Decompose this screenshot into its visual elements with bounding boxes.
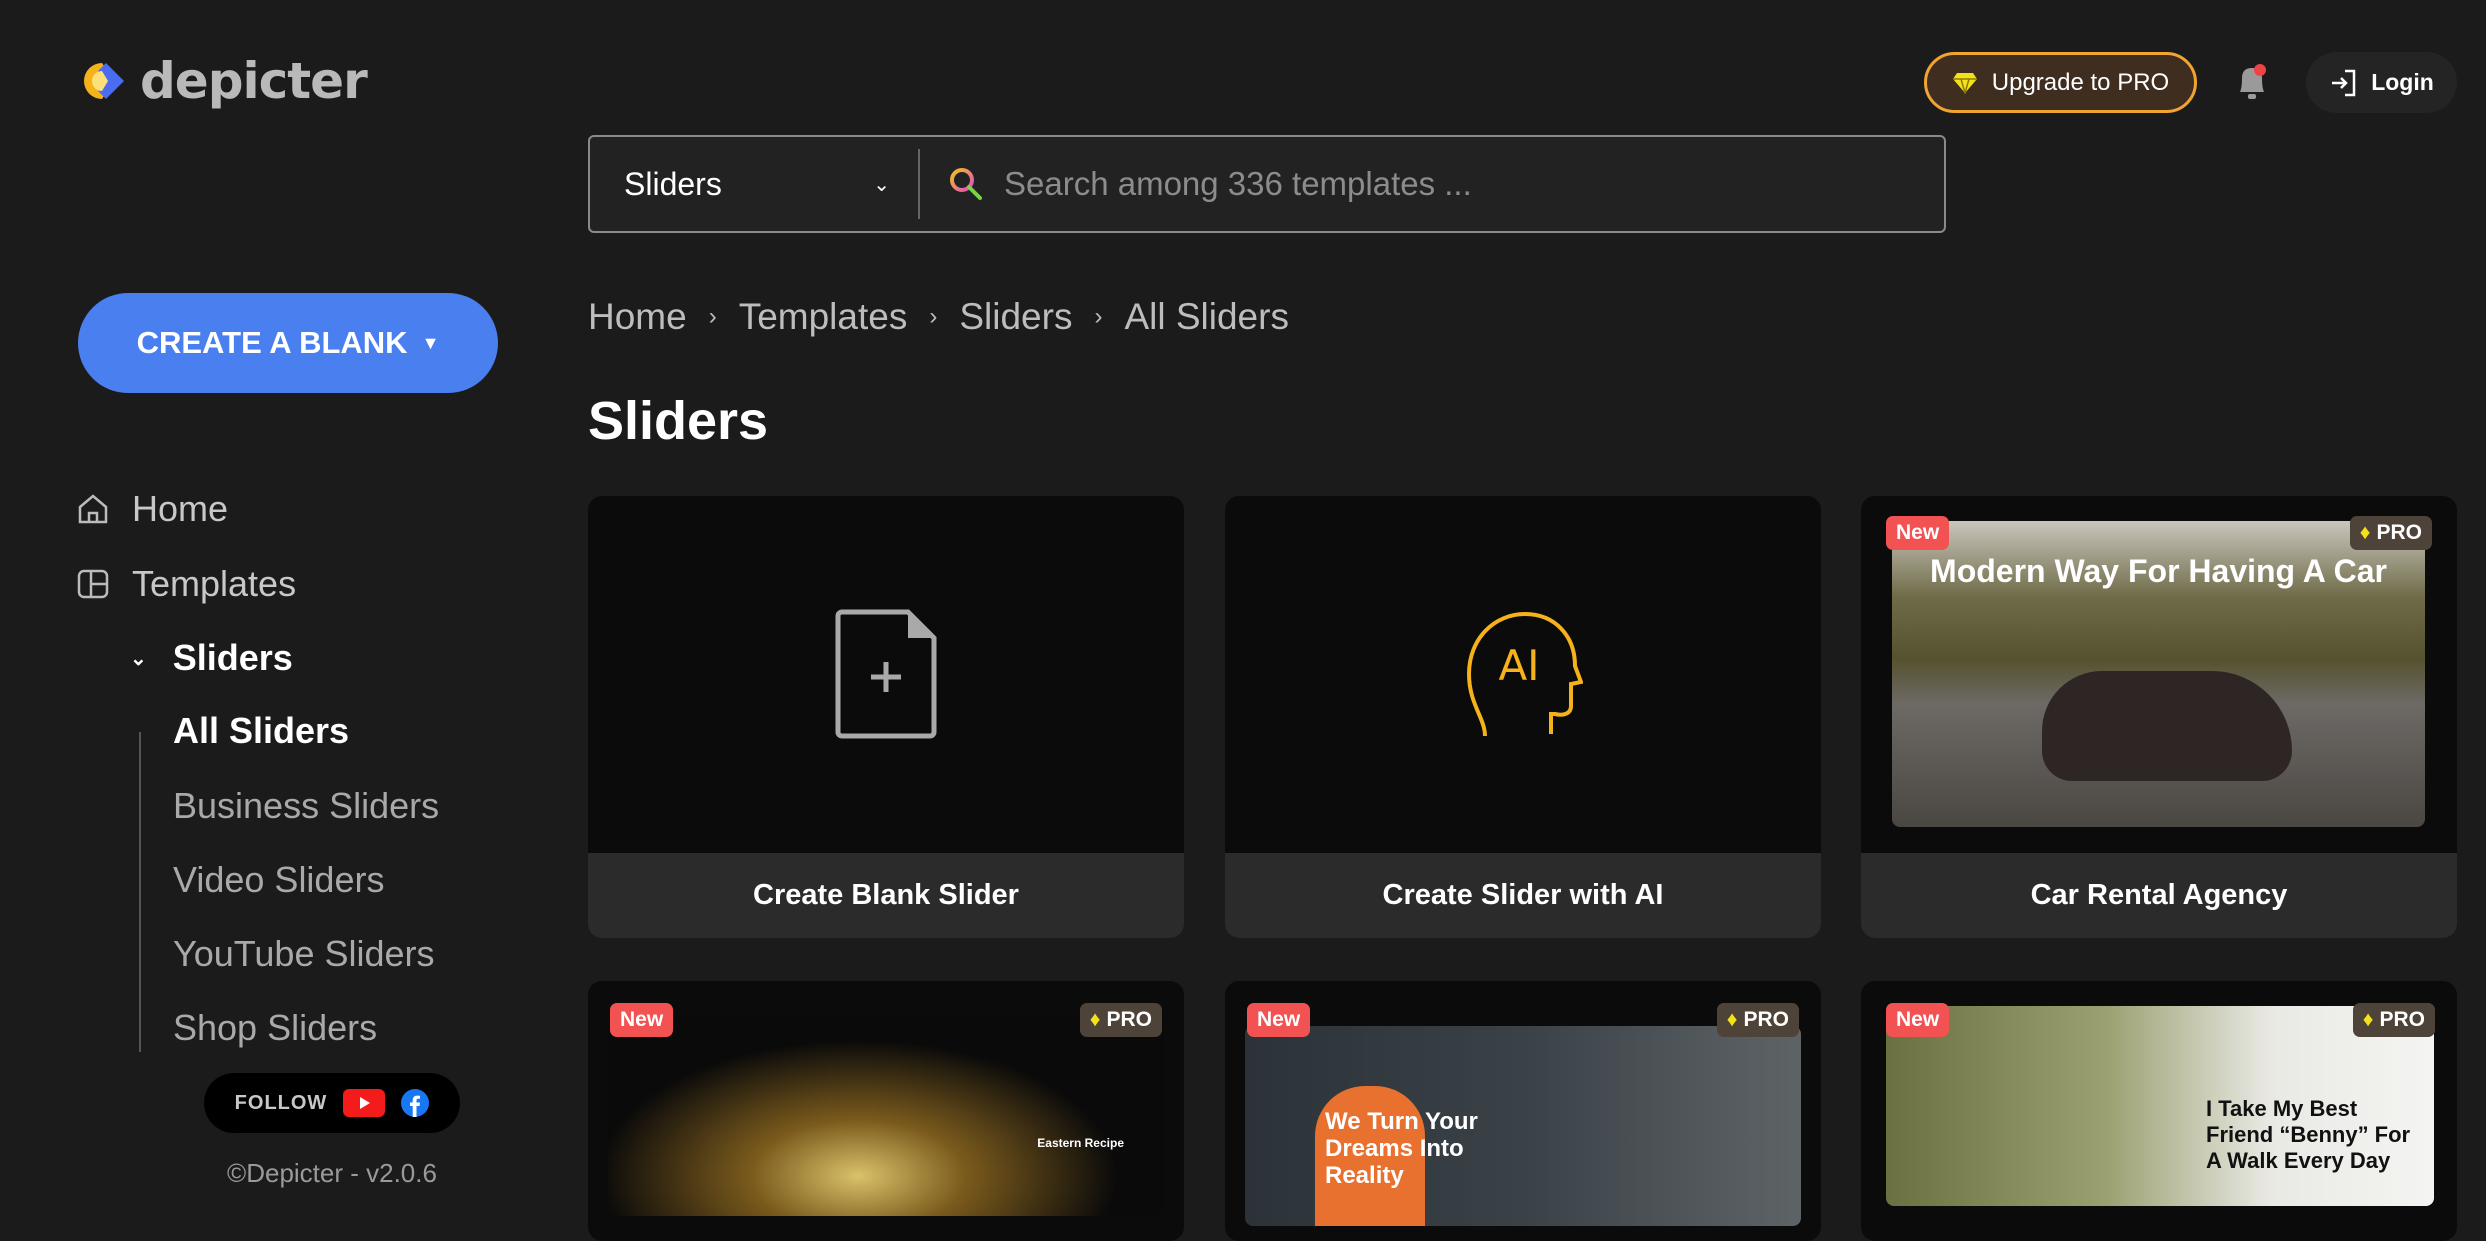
sidebar-subitem-video-sliders[interactable]: Video Sliders: [173, 859, 384, 901]
card-title: Create Blank Slider: [588, 853, 1184, 938]
chevron-right-icon: ›: [1094, 303, 1103, 330]
sidebar-section-sliders[interactable]: ⌄ Sliders: [130, 637, 293, 679]
create-blank-label: CREATE A BLANK: [136, 325, 408, 360]
new-badge: New: [610, 1003, 674, 1037]
chevron-down-icon: ⌄: [130, 647, 147, 670]
pro-badge: ♦ PRO: [1716, 1003, 1799, 1037]
youtube-icon[interactable]: [343, 1089, 386, 1117]
template-preview: We Turn Your Dreams Into Reality: [1245, 1026, 1801, 1226]
brand-name: depicter: [140, 52, 368, 110]
sidebar-subitem-shop-sliders[interactable]: Shop Sliders: [173, 1007, 377, 1049]
new-badge: New: [1886, 516, 1950, 550]
template-preview: I Take My Best Friend “Benny” For A Walk…: [1886, 1006, 2434, 1206]
template-search-bar: Sliders ⌄ Search among 336 templates ...: [588, 135, 1946, 233]
preview-headline: We Turn Your Dreams Into Reality: [1325, 1108, 1478, 1189]
upgrade-label: Upgrade to PRO: [1991, 68, 2170, 96]
caret-down-icon: ▼: [421, 332, 440, 353]
new-badge: New: [1886, 1003, 1950, 1037]
template-preview: Modern Way For Having A Car: [1892, 521, 2425, 827]
breadcrumb-all-sliders[interactable]: All Sliders: [1124, 296, 1289, 338]
card-create-blank-slider[interactable]: Create Blank Slider: [588, 496, 1184, 938]
upgrade-button[interactable]: Upgrade to PRO: [1924, 52, 2197, 113]
diamond-icon: [1952, 72, 1977, 94]
chevron-right-icon: ›: [708, 303, 717, 330]
chevron-down-icon: ⌄: [873, 173, 890, 196]
card-car-rental-agency[interactable]: Modern Way For Having A Car New ♦ PRO Car…: [1861, 496, 2457, 938]
pro-label: PRO: [1743, 1008, 1789, 1031]
create-blank-button[interactable]: CREATE A BLANK ▼: [78, 293, 498, 393]
copyright: ©Depicter - v2.0.6: [227, 1158, 437, 1188]
category-value: Sliders: [624, 165, 722, 202]
breadcrumb-sliders[interactable]: Sliders: [959, 296, 1072, 338]
card-template[interactable]: We Turn Your Dreams Into Reality New ♦ PR…: [1225, 981, 1821, 1241]
card-template[interactable]: Eastern Recipe New ♦ PRO: [588, 981, 1184, 1241]
diamond-icon: ♦: [1726, 1008, 1738, 1031]
templates-icon: [77, 569, 109, 599]
page-title: Sliders: [588, 391, 769, 451]
pro-badge: ♦ PRO: [2352, 1003, 2435, 1037]
login-button[interactable]: Login: [2306, 52, 2457, 113]
follow-label: FOLLOW: [234, 1091, 328, 1114]
sidebar-subitem-business-sliders[interactable]: Business Sliders: [173, 785, 439, 827]
sidebar-subitem-all-sliders[interactable]: All Sliders: [173, 710, 349, 752]
ai-head-icon: AI: [1466, 611, 1583, 737]
template-preview: Eastern Recipe: [608, 1016, 1164, 1216]
follow-bar: FOLLOW: [204, 1073, 460, 1133]
pro-badge: ♦ PRO: [2349, 516, 2432, 550]
sidebar-item-label: Templates: [132, 563, 297, 604]
search-icon: [950, 168, 982, 200]
card-title: Car Rental Agency: [1861, 853, 2457, 938]
sidebar-subitem-youtube-sliders[interactable]: YouTube Sliders: [173, 933, 435, 975]
preview-headline: Modern Way For Having A Car: [1930, 553, 2387, 589]
depicter-logo[interactable]: depicter: [84, 52, 368, 110]
preview-headline: Eastern Recipe: [1037, 1136, 1124, 1150]
notification-bell-icon[interactable]: [2232, 60, 2272, 104]
logo-mark-icon: [84, 63, 124, 99]
category-select[interactable]: Sliders ⌄: [590, 149, 920, 219]
diamond-icon: ♦: [2359, 521, 2371, 544]
home-icon: [78, 494, 108, 524]
card-create-slider-ai[interactable]: AI Create Slider with AI: [1225, 496, 1821, 938]
login-label: Login: [2371, 69, 2434, 95]
diamond-icon: ♦: [1089, 1008, 1101, 1031]
card-title: Create Slider with AI: [1225, 853, 1821, 938]
card-template[interactable]: I Take My Best Friend “Benny” For A Walk…: [1861, 981, 2457, 1241]
facebook-icon[interactable]: [401, 1089, 430, 1117]
pro-badge: ♦ PRO: [1079, 1003, 1162, 1037]
breadcrumb-templates[interactable]: Templates: [739, 296, 908, 338]
sidebar-item-templates[interactable]: Templates: [76, 563, 296, 605]
diamond-icon: ♦: [2362, 1008, 2374, 1031]
sidebar-item-label: Home: [132, 488, 229, 529]
pro-label: PRO: [2376, 521, 2422, 544]
pro-label: PRO: [2379, 1008, 2425, 1031]
search-placeholder: Search among 336 templates ...: [1004, 165, 1472, 202]
new-badge: New: [1247, 1003, 1311, 1037]
pro-label: PRO: [1106, 1008, 1152, 1031]
svg-text:AI: AI: [1498, 641, 1539, 690]
sidebar-item-home[interactable]: Home: [76, 488, 228, 530]
login-icon: [2332, 69, 2356, 96]
sidebar-section-label: Sliders: [172, 637, 293, 678]
car-shape: [2042, 671, 2292, 781]
chevron-right-icon: ›: [929, 303, 938, 330]
new-file-icon: [835, 609, 937, 739]
breadcrumb: Home › Templates › Sliders › All Sliders: [588, 296, 1289, 338]
subnav-divider: [139, 732, 141, 1052]
breadcrumb-home[interactable]: Home: [588, 296, 687, 338]
preview-headline: I Take My Best Friend “Benny” For A Walk…: [2206, 1096, 2411, 1173]
search-input[interactable]: Search among 336 templates ...: [920, 165, 1944, 203]
